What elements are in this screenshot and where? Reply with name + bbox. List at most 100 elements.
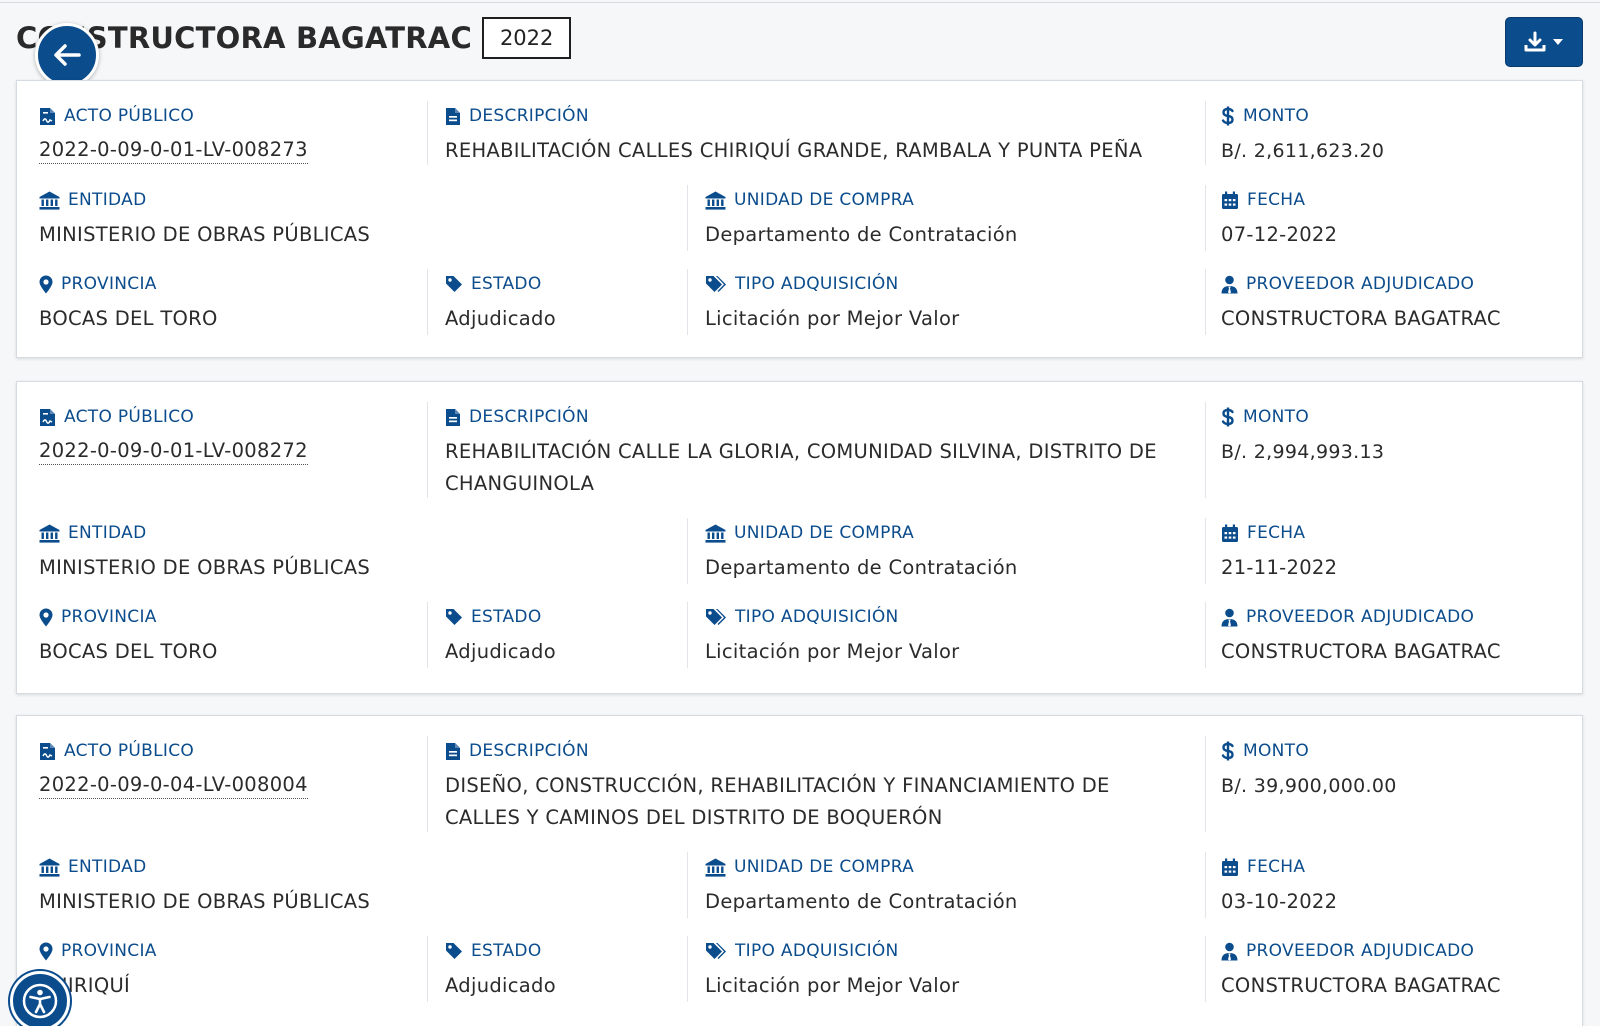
value-proveedor: CONSTRUCTORA BAGATRAC	[1221, 307, 1501, 330]
bank-building-icon	[705, 858, 726, 877]
column-divider	[687, 269, 688, 335]
label-acto: ACTO PÚBLICO	[39, 740, 308, 762]
label-text: MONTO	[1243, 106, 1310, 126]
user-tie-icon	[1221, 275, 1238, 294]
field-monto: MONTO B/. 2,994,993.13	[1221, 406, 1384, 468]
user-tie-icon	[1221, 942, 1238, 961]
accessibility-button[interactable]	[10, 971, 70, 1026]
field-acto: ACTO PÚBLICO 2022-0-09-0-01-LV-008273	[39, 105, 308, 164]
label-text: ESTADO	[471, 941, 542, 961]
value-estado: Adjudicado	[445, 974, 556, 997]
field-estado: ESTADO Adjudicado	[445, 273, 556, 335]
field-estado: ESTADO Adjudicado	[445, 606, 556, 668]
download-icon	[1524, 31, 1546, 52]
label-text: ACTO PÚBLICO	[64, 106, 195, 126]
column-divider	[427, 402, 428, 498]
label-text: ESTADO	[471, 607, 542, 627]
field-tipo: TIPO ADQUISICIÓN Licitación por Mejor Val…	[705, 940, 960, 1002]
tag-icon	[445, 275, 463, 293]
contract-card: ACTO PÚBLICO 2022-0-09-0-04-LV-008004 DESC…	[16, 715, 1583, 1026]
label-text: ESTADO	[471, 274, 542, 294]
field-entidad: ENTIDAD MINISTERIO DE OBRAS PÚBLICAS	[39, 856, 370, 918]
field-tipo: TIPO ADQUISICIÓN Licitación por Mejor Val…	[705, 273, 960, 335]
label-fecha: FECHA	[1221, 856, 1337, 878]
label-text: DESCRIPCIÓN	[469, 106, 589, 126]
column-divider	[427, 269, 428, 335]
label-text: ACTO PÚBLICO	[64, 741, 195, 761]
column-divider	[1205, 402, 1206, 498]
value-acto[interactable]: 2022-0-09-0-01-LV-008272	[39, 438, 308, 465]
value-estado: Adjudicado	[445, 640, 556, 663]
bank-building-icon	[705, 524, 726, 543]
value-tipo: Licitación por Mejor Valor	[705, 640, 960, 663]
field-acto: ACTO PÚBLICO 2022-0-09-0-04-LV-008004	[39, 740, 308, 799]
year-selector[interactable]: 2022	[481, 17, 572, 59]
label-proveedor: PROVEEDOR ADJUDICADO	[1221, 606, 1501, 628]
label-provincia: PROVINCIA	[39, 606, 218, 628]
column-divider	[687, 602, 688, 668]
field-estado: ESTADO Adjudicado	[445, 940, 556, 1002]
label-text: FECHA	[1247, 190, 1306, 210]
column-divider	[687, 936, 688, 1002]
back-button[interactable]	[35, 23, 99, 87]
dollar-icon	[1221, 106, 1235, 126]
column-divider	[687, 852, 688, 918]
value-proveedor: CONSTRUCTORA BAGATRAC	[1221, 640, 1501, 663]
value-unidad: Departamento de Contratación	[705, 556, 1018, 579]
label-text: ENTIDAD	[68, 523, 147, 543]
label-fecha: FECHA	[1221, 189, 1337, 211]
value-tipo: Licitación por Mejor Valor	[705, 974, 960, 997]
column-divider	[427, 736, 428, 832]
label-text: PROVINCIA	[61, 941, 157, 961]
value-acto[interactable]: 2022-0-09-0-04-LV-008004	[39, 772, 308, 799]
value-provincia: BOCAS DEL TORO	[39, 640, 218, 663]
field-tipo: TIPO ADQUISICIÓN Licitación por Mejor Val…	[705, 606, 960, 668]
field-entidad: ENTIDAD MINISTERIO DE OBRAS PÚBLICAS	[39, 189, 370, 251]
label-text: PROVEEDOR ADJUDICADO	[1246, 274, 1475, 294]
label-text: DESCRIPCIÓN	[469, 741, 589, 761]
value-monto: B/. 2,994,993.13	[1221, 441, 1385, 463]
bank-building-icon	[39, 858, 60, 877]
value-entidad: MINISTERIO DE OBRAS PÚBLICAS	[39, 556, 371, 579]
label-descripcion: DESCRIPCIÓN	[445, 406, 1165, 428]
field-fecha: FECHA 07-12-2022	[1221, 189, 1337, 251]
label-estado: ESTADO	[445, 606, 556, 628]
label-text: ENTIDAD	[68, 857, 147, 877]
label-text: PROVINCIA	[61, 274, 157, 294]
value-unidad: Departamento de Contratación	[705, 223, 1018, 246]
file-text-icon	[445, 742, 461, 761]
contract-card: ACTO PÚBLICO 2022-0-09-0-01-LV-008273 DESC…	[16, 80, 1583, 358]
column-divider	[1205, 101, 1206, 165]
value-monto: B/. 39,900,000.00	[1221, 775, 1397, 797]
user-tie-icon	[1221, 608, 1238, 627]
label-entidad: ENTIDAD	[39, 189, 370, 211]
value-proveedor: CONSTRUCTORA BAGATRAC	[1221, 974, 1501, 997]
field-unidad: UNIDAD DE COMPRA Departamento de Contrata…	[705, 522, 1018, 584]
column-divider	[1205, 185, 1206, 251]
value-acto[interactable]: 2022-0-09-0-01-LV-008273	[39, 137, 308, 164]
label-provincia: PROVINCIA	[39, 940, 157, 962]
label-text: PROVINCIA	[61, 607, 157, 627]
contract-card: ACTO PÚBLICO 2022-0-09-0-01-LV-008272 DESC…	[16, 381, 1583, 694]
label-monto: MONTO	[1221, 740, 1397, 762]
download-button[interactable]	[1505, 17, 1583, 67]
value-entidad: MINISTERIO DE OBRAS PÚBLICAS	[39, 223, 371, 246]
label-proveedor: PROVEEDOR ADJUDICADO	[1221, 940, 1501, 962]
label-text: PROVEEDOR ADJUDICADO	[1246, 941, 1475, 961]
page-header: CONSTRUCTORA BAGATRAC 2022	[16, 16, 572, 60]
label-text: TIPO ADQUISICIÓN	[735, 941, 899, 961]
label-text: UNIDAD DE COMPRA	[734, 190, 915, 210]
file-contract-icon	[39, 742, 56, 761]
label-unidad: UNIDAD DE COMPRA	[705, 189, 1018, 211]
label-monto: MONTO	[1221, 406, 1384, 428]
dollar-icon	[1221, 741, 1235, 761]
label-tipo: TIPO ADQUISICIÓN	[705, 940, 960, 962]
bank-building-icon	[39, 524, 60, 543]
value-fecha: 07-12-2022	[1221, 223, 1338, 246]
map-pin-icon	[39, 608, 53, 627]
label-text: FECHA	[1247, 523, 1306, 543]
dollar-icon	[1221, 407, 1235, 427]
label-unidad: UNIDAD DE COMPRA	[705, 522, 1018, 544]
tags-icon	[705, 275, 727, 293]
label-entidad: ENTIDAD	[39, 856, 370, 878]
